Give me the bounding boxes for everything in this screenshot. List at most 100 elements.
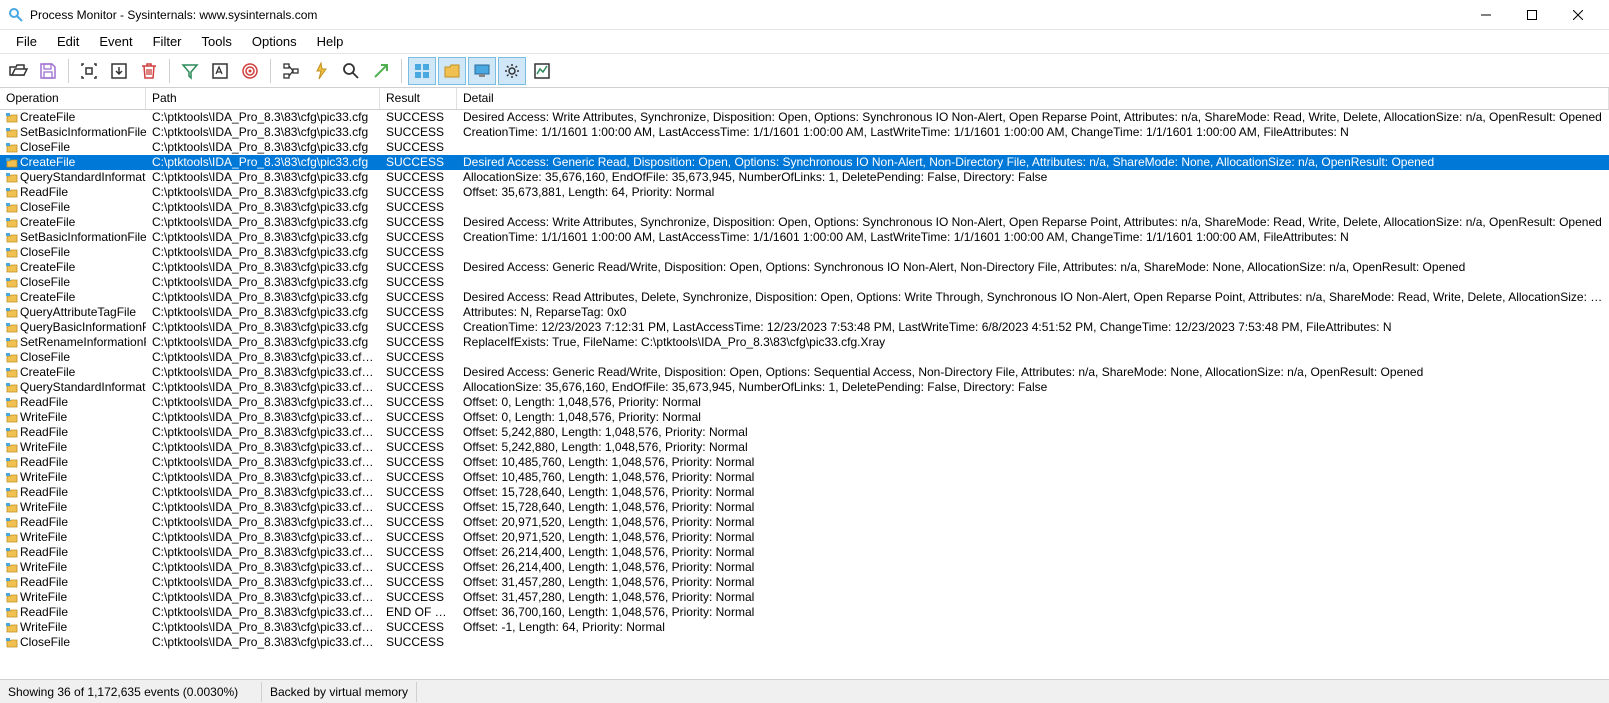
event-row[interactable]: CloseFileC:\ptktools\IDA_Pro_8.3\83\cfg\…: [0, 635, 1609, 650]
event-row[interactable]: QueryBasicInformationFileC:\ptktools\IDA…: [0, 320, 1609, 335]
event-row[interactable]: SetBasicInformationFileC:\ptktools\IDA_P…: [0, 230, 1609, 245]
capture-icon[interactable]: [75, 57, 103, 85]
open-icon[interactable]: [4, 57, 32, 85]
menu-help[interactable]: Help: [307, 31, 354, 52]
cell-result: SUCCESS: [380, 290, 457, 305]
menu-edit[interactable]: Edit: [47, 31, 89, 52]
event-row[interactable]: WriteFileC:\ptktools\IDA_Pro_8.3\83\cfg\…: [0, 590, 1609, 605]
event-row[interactable]: WriteFileC:\ptktools\IDA_Pro_8.3\83\cfg\…: [0, 500, 1609, 515]
event-properties-icon[interactable]: [307, 57, 335, 85]
event-row[interactable]: ReadFileC:\ptktools\IDA_Pro_8.3\83\cfg\p…: [0, 575, 1609, 590]
menu-options[interactable]: Options: [242, 31, 307, 52]
column-detail[interactable]: Detail: [457, 88, 1609, 109]
find-icon[interactable]: [337, 57, 365, 85]
event-row[interactable]: ReadFileC:\ptktools\IDA_Pro_8.3\83\cfg\p…: [0, 605, 1609, 620]
event-row[interactable]: WriteFileC:\ptktools\IDA_Pro_8.3\83\cfg\…: [0, 470, 1609, 485]
operation-text: QueryAttributeTagFile: [20, 305, 136, 320]
process-tree-icon[interactable]: [277, 57, 305, 85]
menu-tools[interactable]: Tools: [192, 31, 242, 52]
operation-text: WriteFile: [20, 440, 67, 455]
cell-operation: CreateFile: [0, 260, 146, 275]
maximize-button[interactable]: [1509, 0, 1555, 30]
cell-operation: CloseFile: [0, 245, 146, 260]
event-row[interactable]: CreateFileC:\ptktools\IDA_Pro_8.3\83\cfg…: [0, 155, 1609, 170]
operation-text: CloseFile: [20, 350, 70, 365]
autoscroll-icon[interactable]: [105, 57, 133, 85]
menu-file[interactable]: File: [6, 31, 47, 52]
cell-detail: Offset: 10,485,760, Length: 1,048,576, P…: [457, 455, 1609, 470]
event-row[interactable]: ReadFileC:\ptktools\IDA_Pro_8.3\83\cfg\p…: [0, 545, 1609, 560]
event-row[interactable]: WriteFileC:\ptktools\IDA_Pro_8.3\83\cfg\…: [0, 620, 1609, 635]
event-row[interactable]: CloseFileC:\ptktools\IDA_Pro_8.3\83\cfg\…: [0, 350, 1609, 365]
event-row[interactable]: SetRenameInformationFileC:\ptktools\IDA_…: [0, 335, 1609, 350]
menu-event[interactable]: Event: [89, 31, 142, 52]
show-network-icon[interactable]: [468, 57, 496, 85]
event-row[interactable]: WriteFile C:\ptktools\IDA_Pro_8.3\83\cfg\…: [0, 440, 1609, 455]
clear-icon[interactable]: [135, 57, 163, 85]
column-result[interactable]: Result: [380, 88, 457, 109]
operation-text: ReadFile: [20, 455, 68, 470]
cell-operation: WriteFile: [0, 410, 146, 425]
event-row[interactable]: CloseFileC:\ptktools\IDA_Pro_8.3\83\cfg\…: [0, 245, 1609, 260]
file-operation-icon: [6, 472, 18, 484]
column-operation[interactable]: Operation: [0, 88, 146, 109]
show-filesystem-icon[interactable]: [438, 57, 466, 85]
event-row[interactable]: SetBasicInformationFileC:\ptktools\IDA_P…: [0, 125, 1609, 140]
event-row[interactable]: CloseFileC:\ptktools\IDA_Pro_8.3\83\cfg\…: [0, 275, 1609, 290]
cell-result: SUCCESS: [380, 350, 457, 365]
column-path[interactable]: Path: [146, 88, 380, 109]
event-row[interactable]: CreateFileC:\ptktools\IDA_Pro_8.3\83\cfg…: [0, 110, 1609, 125]
event-row[interactable]: CreateFileC:\ptktools\IDA_Pro_8.3\83\cfg…: [0, 290, 1609, 305]
jump-icon[interactable]: [367, 57, 395, 85]
event-row[interactable]: CreateFileC:\ptktools\IDA_Pro_8.3\83\cfg…: [0, 215, 1609, 230]
operation-text: WriteFile: [20, 620, 67, 635]
event-list[interactable]: CreateFile C:\ptktools\IDA_Pro_8.3\83\cfg…: [0, 110, 1609, 679]
cell-detail: Offset: 20,971,520, Length: 1,048,576, P…: [457, 515, 1609, 530]
event-row[interactable]: CloseFileC:\ptktools\IDA_Pro_8.3\83\cfg\…: [0, 140, 1609, 155]
cell-detail: CreationTime: 12/23/2023 7:12:31 PM, Las…: [457, 320, 1609, 335]
save-icon[interactable]: [34, 57, 62, 85]
show-process-icon[interactable]: [498, 57, 526, 85]
file-operation-icon: [6, 337, 18, 349]
cell-result: SUCCESS: [380, 515, 457, 530]
event-row[interactable]: QueryStandardInformation...C:\ptktools\I…: [0, 170, 1609, 185]
event-row[interactable]: QueryAttributeTagFileC:\ptktools\IDA_Pro…: [0, 305, 1609, 320]
highlight-icon[interactable]: [206, 57, 234, 85]
event-row[interactable]: CreateFileC:\ptktools\IDA_Pro_8.3\83\cfg…: [0, 260, 1609, 275]
event-row[interactable]: QueryStandardInformation...C:\ptktools\I…: [0, 380, 1609, 395]
cell-result: SUCCESS: [380, 470, 457, 485]
cell-result: SUCCESS: [380, 620, 457, 635]
event-row[interactable]: ReadFileC:\ptktools\IDA_Pro_8.3\83\cfg\p…: [0, 185, 1609, 200]
operation-text: ReadFile: [20, 425, 68, 440]
file-operation-icon: [6, 547, 18, 559]
event-row[interactable]: CreateFileC:\ptktools\IDA_Pro_8.3\83\cfg…: [0, 365, 1609, 380]
operation-text: WriteFile: [20, 560, 67, 575]
show-registry-icon[interactable]: [408, 57, 436, 85]
statusbar: Showing 36 of 1,172,635 events (0.0030%)…: [0, 679, 1609, 703]
cell-result: SUCCESS: [380, 590, 457, 605]
close-button[interactable]: [1555, 0, 1601, 30]
window-controls: [1463, 0, 1601, 30]
app-icon: [8, 7, 24, 23]
cell-path: C:\ptktools\IDA_Pro_8.3\83\cfg\pic33.cfg…: [146, 440, 380, 455]
cell-path: C:\ptktools\IDA_Pro_8.3\83\cfg\pic33.cfg…: [146, 605, 380, 620]
cell-operation: ReadFile: [0, 425, 146, 440]
event-row[interactable]: WriteFileC:\ptktools\IDA_Pro_8.3\83\cfg\…: [0, 560, 1609, 575]
filter-icon[interactable]: [176, 57, 204, 85]
event-row[interactable]: ReadFileC:\ptktools\IDA_Pro_8.3\83\cfg\p…: [0, 395, 1609, 410]
event-row[interactable]: ReadFileC:\ptktools\IDA_Pro_8.3\83\cfg\p…: [0, 455, 1609, 470]
event-row[interactable]: ReadFileC:\ptktools\IDA_Pro_8.3\83\cfg\p…: [0, 515, 1609, 530]
menu-filter[interactable]: Filter: [143, 31, 192, 52]
event-row[interactable]: ReadFileC:\ptktools\IDA_Pro_8.3\83\cfg\p…: [0, 425, 1609, 440]
minimize-button[interactable]: [1463, 0, 1509, 30]
cell-detail: ReplaceIfExists: True, FileName: C:\ptkt…: [457, 335, 1609, 350]
include-icon[interactable]: [236, 57, 264, 85]
cell-path: C:\ptktools\IDA_Pro_8.3\83\cfg\pic33.cfg…: [146, 515, 380, 530]
event-row[interactable]: WriteFileC:\ptktools\IDA_Pro_8.3\83\cfg\…: [0, 410, 1609, 425]
event-row[interactable]: CloseFileC:\ptktools\IDA_Pro_8.3\83\cfg\…: [0, 200, 1609, 215]
event-row[interactable]: ReadFileC:\ptktools\IDA_Pro_8.3\83\cfg\p…: [0, 485, 1609, 500]
show-profiling-icon[interactable]: [528, 57, 556, 85]
cell-operation: CreateFile: [0, 155, 146, 170]
cell-detail: [457, 275, 1609, 290]
event-row[interactable]: WriteFileC:\ptktools\IDA_Pro_8.3\83\cfg\…: [0, 530, 1609, 545]
